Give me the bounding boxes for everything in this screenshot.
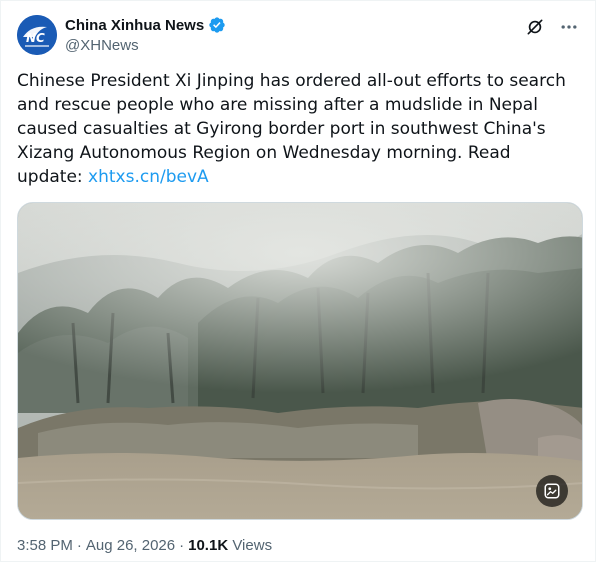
- tweet-meta: 3:58 PM · Aug 26, 2026 · 10.1K Views: [17, 537, 272, 554]
- image-edit-icon[interactable]: [536, 475, 568, 507]
- tweet-link[interactable]: xhtxs.cn/bevA: [88, 167, 209, 187]
- tweet-time[interactable]: 3:58 PM: [17, 537, 73, 554]
- xinhua-logo-icon[interactable]: NC: [17, 15, 57, 55]
- svg-text:NC: NC: [26, 31, 45, 45]
- views-count[interactable]: 10.1K: [188, 537, 228, 554]
- author-handle[interactable]: @XHNews: [65, 37, 226, 54]
- verified-badge-icon: [208, 16, 226, 34]
- tweet-header: NC China Xinhua News @XHNews: [17, 13, 579, 61]
- meta-separator: ·: [76, 537, 82, 554]
- meta-separator: ·: [179, 537, 185, 554]
- more-icon[interactable]: [559, 17, 579, 37]
- tweet-top-actions: [525, 17, 579, 37]
- mudslide-photo: [18, 203, 582, 519]
- tweet-text: Chinese President Xi Jinping has ordered…: [17, 69, 577, 189]
- tweet-card: NC China Xinhua News @XHNews Chinese Pre…: [0, 0, 596, 562]
- author-display-name[interactable]: China Xinhua News: [65, 17, 204, 34]
- grok-icon[interactable]: [525, 17, 545, 37]
- tweet-media-image[interactable]: [17, 202, 583, 520]
- views-label: Views: [232, 537, 273, 554]
- author-names: China Xinhua News @XHNews: [65, 15, 226, 54]
- tweet-date[interactable]: Aug 26, 2026: [86, 537, 175, 554]
